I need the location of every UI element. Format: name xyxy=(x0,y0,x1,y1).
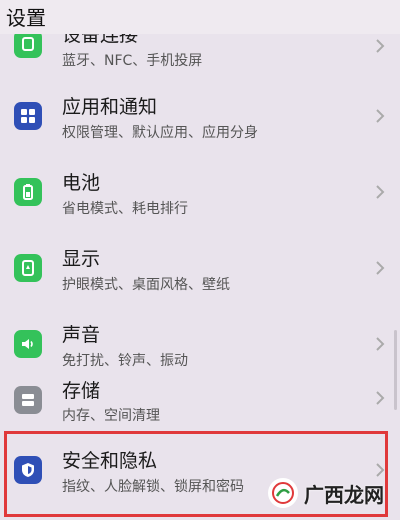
settings-item-device-connection[interactable]: 设备连接 蓝牙、NFC、手机投屏 xyxy=(0,34,400,74)
device-connection-icon xyxy=(14,34,42,58)
chevron-right-icon xyxy=(376,109,385,123)
watermark-text: 广西龙网 xyxy=(304,482,384,507)
settings-item-title: 显示 xyxy=(62,248,101,270)
settings-item-subtitle: 权限管理、默认应用、应用分身 xyxy=(62,125,258,141)
chevron-right-icon xyxy=(376,337,385,351)
settings-item-title: 应用和通知 xyxy=(62,96,158,118)
settings-item-subtitle: 内存、空间清理 xyxy=(62,408,160,424)
settings-item-subtitle: 免打扰、铃声、振动 xyxy=(62,353,188,369)
chevron-right-icon xyxy=(376,39,385,53)
settings-item-display[interactable]: 显示 护眼模式、桌面风格、壁纸 xyxy=(0,234,400,310)
settings-item-sound[interactable]: 声音 免打扰、铃声、振动 xyxy=(0,310,400,386)
settings-item-title: 设备连接 xyxy=(62,34,139,46)
settings-item-title: 声音 xyxy=(62,324,101,346)
scrollbar[interactable] xyxy=(394,330,397,410)
settings-item-battery[interactable]: 电池 省电模式、耗电排行 xyxy=(0,158,400,234)
settings-item-title: 存储 xyxy=(62,380,101,402)
battery-icon xyxy=(14,178,42,206)
chevron-right-icon xyxy=(376,261,385,275)
settings-item-subtitle: 蓝牙、NFC、手机投屏 xyxy=(62,53,203,69)
storage-icon xyxy=(14,386,42,414)
settings-item-subtitle: 省电模式、耗电排行 xyxy=(62,201,188,217)
display-icon xyxy=(14,254,42,282)
watermark-logo-icon xyxy=(268,478,298,508)
settings-item-apps-notifications[interactable]: 应用和通知 权限管理、默认应用、应用分身 xyxy=(0,82,400,158)
watermark: 广西龙网 xyxy=(268,476,386,510)
settings-item-subtitle: 护眼模式、桌面风格、壁纸 xyxy=(62,277,230,293)
sound-icon xyxy=(14,330,42,358)
header: 设置 xyxy=(0,0,400,34)
apps-grid-icon xyxy=(14,102,42,130)
chevron-right-icon xyxy=(376,391,385,405)
settings-item-title: 电池 xyxy=(62,172,101,194)
page-title: 设置 xyxy=(6,6,46,30)
chevron-right-icon xyxy=(376,185,385,199)
